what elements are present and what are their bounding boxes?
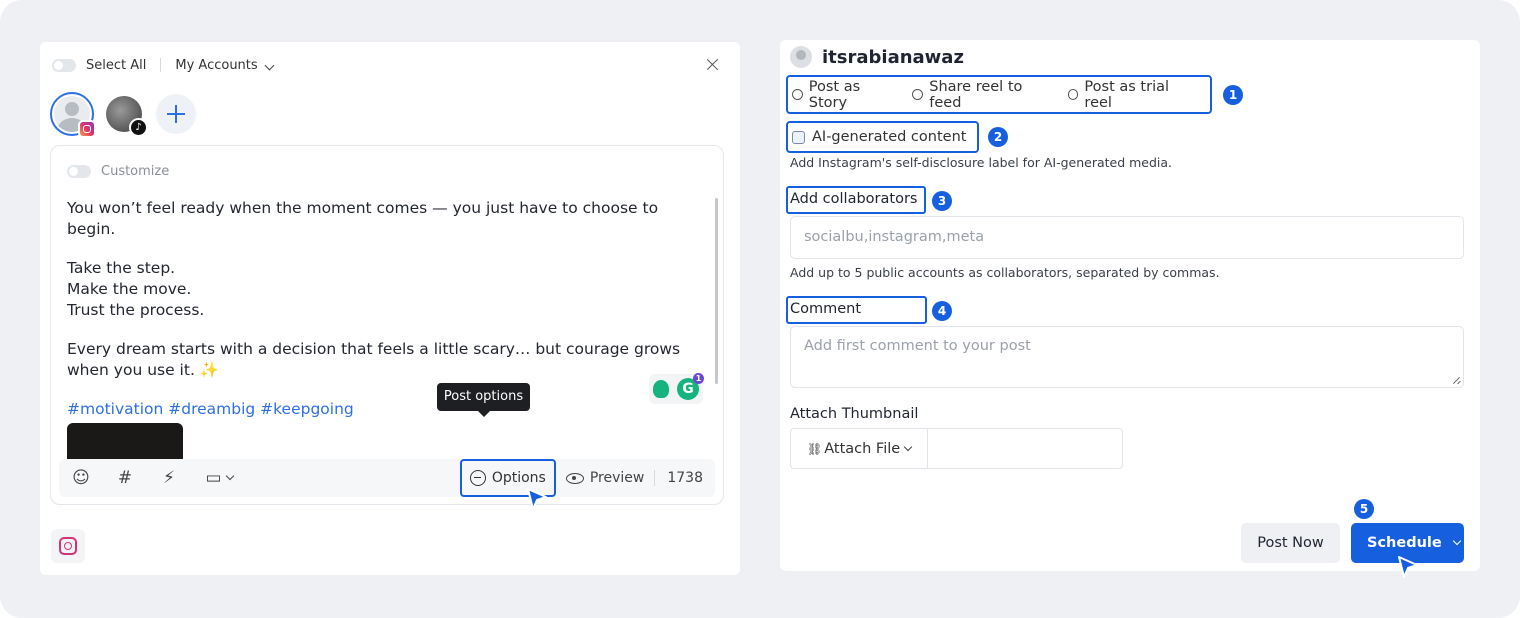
image-dropdown[interactable]: ▭ [201, 466, 237, 490]
customize-row: Customize [67, 164, 169, 179]
post-caption[interactable]: You won’t feel ready when the moment com… [67, 198, 707, 438]
step-badge-3: 3 [932, 191, 952, 211]
caption-line: Make the move. [67, 280, 192, 298]
character-count: 1738 [654, 470, 715, 486]
collaborators-help-text: Add up to 5 public accounts as collabora… [790, 265, 1220, 280]
minus-circle-icon [469, 470, 486, 486]
account-header: itsrabianawaz [790, 46, 964, 68]
customize-label: Customize [101, 164, 170, 179]
step-badge-2: 2 [988, 127, 1008, 147]
radio-icon [792, 89, 803, 100]
collaborators-input[interactable]: socialbu,instagram,meta [790, 216, 1464, 259]
collaborators-label: Add collaborators [786, 186, 926, 214]
caption-line: Trust the process. [67, 301, 205, 319]
emoji-icon[interactable]: ☺ [69, 466, 93, 490]
step-badge-5: 5 [1354, 499, 1374, 519]
radio-post-as-trial-reel[interactable]: Post as trial reel [1067, 78, 1198, 111]
ai-help-text: Add Instagram's self-disclosure label fo… [790, 155, 1173, 170]
caption-line: Take the step. [67, 259, 176, 277]
instagram-tab[interactable] [51, 529, 85, 563]
comment-placeholder: Add first comment to your post [804, 338, 1031, 354]
hashtag-icon[interactable]: # [113, 466, 137, 490]
attach-file-label: Attach File [824, 440, 901, 457]
chevron-down-icon [1452, 536, 1461, 546]
grammarly-widget[interactable]: G1 [649, 373, 704, 404]
chevron-down-icon [225, 471, 234, 481]
tiktok-account-avatar[interactable]: ♪ [106, 96, 148, 137]
step-badge-4: 4 [932, 301, 952, 321]
grammarly-icon: G1 [677, 373, 704, 400]
lightbulb-icon [653, 380, 669, 398]
account-username: itsrabianawaz [822, 46, 964, 68]
customize-toggle[interactable] [67, 165, 91, 178]
chevron-down-icon [903, 442, 913, 451]
grammarly-logo: G [682, 381, 694, 397]
divider [160, 58, 162, 72]
my-accounts-label: My Accounts [175, 57, 258, 73]
image-icon: ▭ [205, 468, 222, 488]
attach-thumbnail-field: ⛓ Attach File [790, 428, 1123, 469]
instagram-icon [59, 537, 77, 555]
add-account-button[interactable] [156, 94, 196, 134]
attach-thumbnail-label: Attach Thumbnail [790, 406, 919, 422]
instagram-account-avatar[interactable] [50, 92, 96, 138]
radio-label: Post as Story [808, 78, 861, 111]
post-options-tooltip: Post options [437, 383, 530, 417]
caption-lines-group: Take the step. Make the move. Trust the pr… [67, 258, 707, 321]
attach-file-button[interactable]: ⛓ Attach File [791, 429, 929, 468]
ai-generated-checkbox[interactable]: AI-generated content [786, 121, 979, 153]
post-type-options: Post as Story Share reel to feed Post as… [786, 75, 1212, 114]
editor-toolbar: ☺ # ⚡ ▭ Options Preview 1738 [59, 459, 715, 497]
post-composer-panel: Select All My Accounts ♪ Customize You w… [40, 42, 740, 575]
radio-label: Post as trial reel [1084, 78, 1170, 111]
radio-icon [1067, 89, 1079, 100]
checkbox-icon [792, 130, 805, 144]
toolbar-right: Options Preview 1738 [459, 459, 715, 497]
caption-line: You won’t feel ready when the moment com… [67, 199, 659, 238]
step-badge-1: 1 [1223, 85, 1243, 105]
caption-hashtags: #motivation #dreambig #keepgoing [67, 400, 354, 418]
tiktok-icon: ♪ [129, 118, 148, 137]
radio-label: Share reel to feed [929, 78, 1023, 111]
radio-post-as-story[interactable]: Post as Story [792, 79, 900, 111]
post-options-panel: itsrabianawaz Post as Story Share reel t… [780, 40, 1480, 571]
comment-label: Comment [786, 296, 927, 324]
post-now-button[interactable]: Post Now [1241, 523, 1340, 563]
avatar [790, 46, 812, 68]
grammarly-count: 1 [693, 373, 704, 384]
radio-share-reel-to-feed[interactable]: Share reel to feed [912, 79, 1055, 111]
post-editor[interactable]: Customize You won’t feel ready when the … [50, 145, 724, 505]
instagram-icon [78, 120, 96, 138]
my-accounts-dropdown[interactable]: My Accounts [175, 57, 275, 73]
composer-topbar: Select All My Accounts [52, 54, 724, 76]
schedule-label: Schedule [1367, 535, 1442, 551]
chevron-down-icon [264, 60, 275, 70]
close-icon[interactable] [702, 54, 724, 76]
link-icon: ⛓ [807, 441, 823, 456]
options-label: Options [491, 470, 546, 486]
eye-icon [565, 472, 584, 484]
ai-generated-label: AI-generated content [812, 129, 967, 145]
resize-handle-icon[interactable] [1452, 376, 1460, 384]
select-all-label[interactable]: Select All [86, 58, 146, 73]
comment-textarea[interactable]: Add first comment to your post [790, 326, 1464, 388]
preview-button[interactable]: Preview [556, 470, 655, 486]
preview-label: Preview [589, 470, 645, 486]
radio-icon [912, 89, 924, 100]
account-selector: ♪ [50, 91, 196, 138]
caption-line: Every dream starts with a decision that … [67, 340, 681, 379]
select-all-toggle[interactable] [52, 58, 76, 72]
editor-scrollbar[interactable] [715, 198, 718, 384]
magic-wand-icon[interactable]: ⚡ [157, 466, 181, 490]
media-thumbnail[interactable] [67, 423, 183, 463]
